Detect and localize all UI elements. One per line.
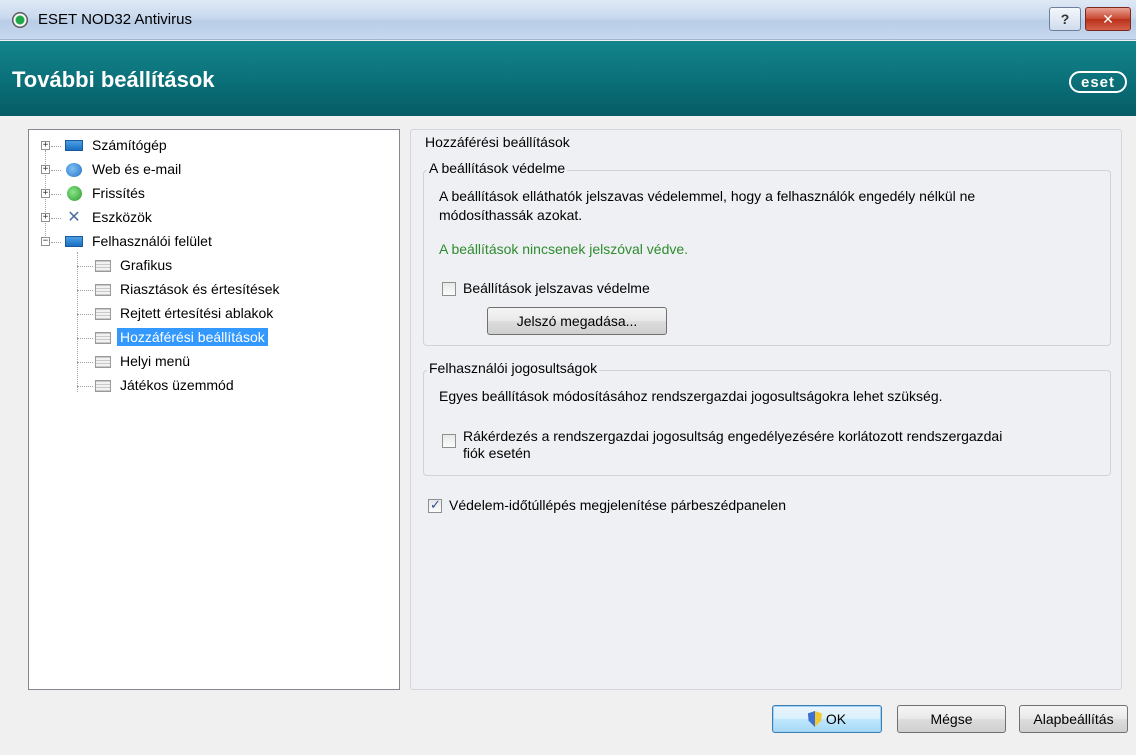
tree-item-label: Játékos üzemmód (120, 377, 234, 393)
page-icon (95, 260, 111, 272)
help-button[interactable]: ? (1049, 7, 1081, 31)
tree-item-label: Riasztások és értesítések (120, 281, 280, 297)
protection-group-title: A beállítások védelme (427, 160, 568, 176)
monitor-icon (65, 236, 83, 247)
admin-prompt-label-line1[interactable]: Rákérdezés a rendszergazdai jogosultság … (463, 427, 1002, 446)
rights-group-title: Felhasználói jogosultságok (427, 360, 600, 376)
expand-icon[interactable]: + (41, 189, 50, 198)
tools-icon: ✕ (67, 209, 81, 226)
title-bar: ESET NOD32 Antivirus ? ✕ (0, 0, 1136, 40)
page-title: További beállítások (12, 67, 215, 92)
tree-item-web-email[interactable]: + Web és e-mail (29, 159, 399, 181)
page-icon (95, 380, 111, 392)
cancel-button[interactable]: Mégse (897, 705, 1006, 733)
tree-item-label: Számítógép (92, 137, 167, 153)
page-icon (95, 284, 111, 296)
protection-description-line1: A beállítások elláthatók jelszavas védel… (439, 188, 976, 204)
close-button[interactable]: ✕ (1085, 7, 1131, 31)
timeout-dialog-label[interactable]: Védelem-időtúllépés megjelenítése párbes… (449, 496, 786, 515)
password-protect-label[interactable]: Beállítások jelszavas védelme (463, 279, 650, 298)
tree-item-label: Grafikus (120, 257, 173, 273)
tree-item-label: Web és e-mail (92, 161, 182, 177)
expand-icon[interactable]: + (41, 165, 50, 174)
tree-item-access-setup[interactable]: Hozzáférési beállítások (29, 327, 399, 349)
app-icon (12, 12, 28, 28)
tree-item-graphics[interactable]: Grafikus (29, 255, 399, 277)
ok-button-label: OK (825, 711, 847, 727)
set-password-button[interactable]: Jelszó megadása... (487, 307, 667, 335)
uac-shield-icon (807, 711, 822, 727)
defaults-button[interactable]: Alapbeállítás (1019, 705, 1128, 733)
tree-item-label: Helyi menü (120, 353, 191, 369)
tree-item-label: Eszközök (92, 209, 152, 225)
tree-item-tools[interactable]: + ✕ Eszközök (29, 207, 399, 229)
page-icon (95, 356, 111, 368)
computer-icon (65, 140, 83, 151)
admin-prompt-label-line2[interactable]: fiók esetén (463, 444, 531, 463)
page-icon (95, 332, 111, 344)
web-icon (66, 163, 82, 177)
rights-description: Egyes beállítások módosításához rendszer… (439, 388, 943, 404)
section-title: Hozzáférési beállítások (423, 134, 572, 150)
update-icon (67, 186, 82, 201)
tree-item-update[interactable]: + Frissítés (29, 183, 399, 205)
tree-item-context-menu[interactable]: Helyi menü (29, 351, 399, 373)
window-title: ESET NOD32 Antivirus (38, 11, 192, 28)
collapse-icon[interactable]: − (41, 237, 50, 246)
tree-item-alerts[interactable]: Riasztások és értesítések (29, 279, 399, 301)
tree-item-user-interface[interactable]: − Felhasználói felület (29, 231, 399, 253)
ok-button[interactable]: OK (772, 705, 882, 733)
protection-description-line2: módosíthassák azokat. (439, 207, 583, 223)
expand-icon[interactable]: + (41, 141, 50, 150)
eset-logo: eset (1069, 71, 1127, 93)
timeout-dialog-checkbox[interactable] (428, 497, 442, 513)
tree-item-gamer-mode[interactable]: Játékos üzemmód (29, 375, 399, 397)
password-protect-checkbox[interactable] (442, 282, 456, 296)
header-banner: További beállítások eset (0, 41, 1136, 116)
tree-item-computer[interactable]: + Számítógép (29, 135, 399, 157)
page-icon (95, 308, 111, 320)
tree-item-hidden-windows[interactable]: Rejtett értesítési ablakok (29, 303, 399, 325)
settings-tree[interactable]: + Számítógép + Web és e-mail + Frissítés… (28, 129, 400, 690)
settings-panel: Hozzáférési beállítások A beállítások vé… (410, 129, 1122, 690)
admin-prompt-checkbox[interactable] (442, 434, 456, 448)
tree-item-label: Rejtett értesítési ablakok (120, 305, 274, 321)
expand-icon[interactable]: + (41, 213, 50, 222)
protection-status: A beállítások nincsenek jelszóval védve. (439, 241, 689, 257)
tree-item-label: Felhasználói felület (92, 233, 212, 249)
tree-item-label-selected: Hozzáférési beállítások (117, 328, 268, 346)
tree-item-label: Frissítés (92, 185, 145, 201)
